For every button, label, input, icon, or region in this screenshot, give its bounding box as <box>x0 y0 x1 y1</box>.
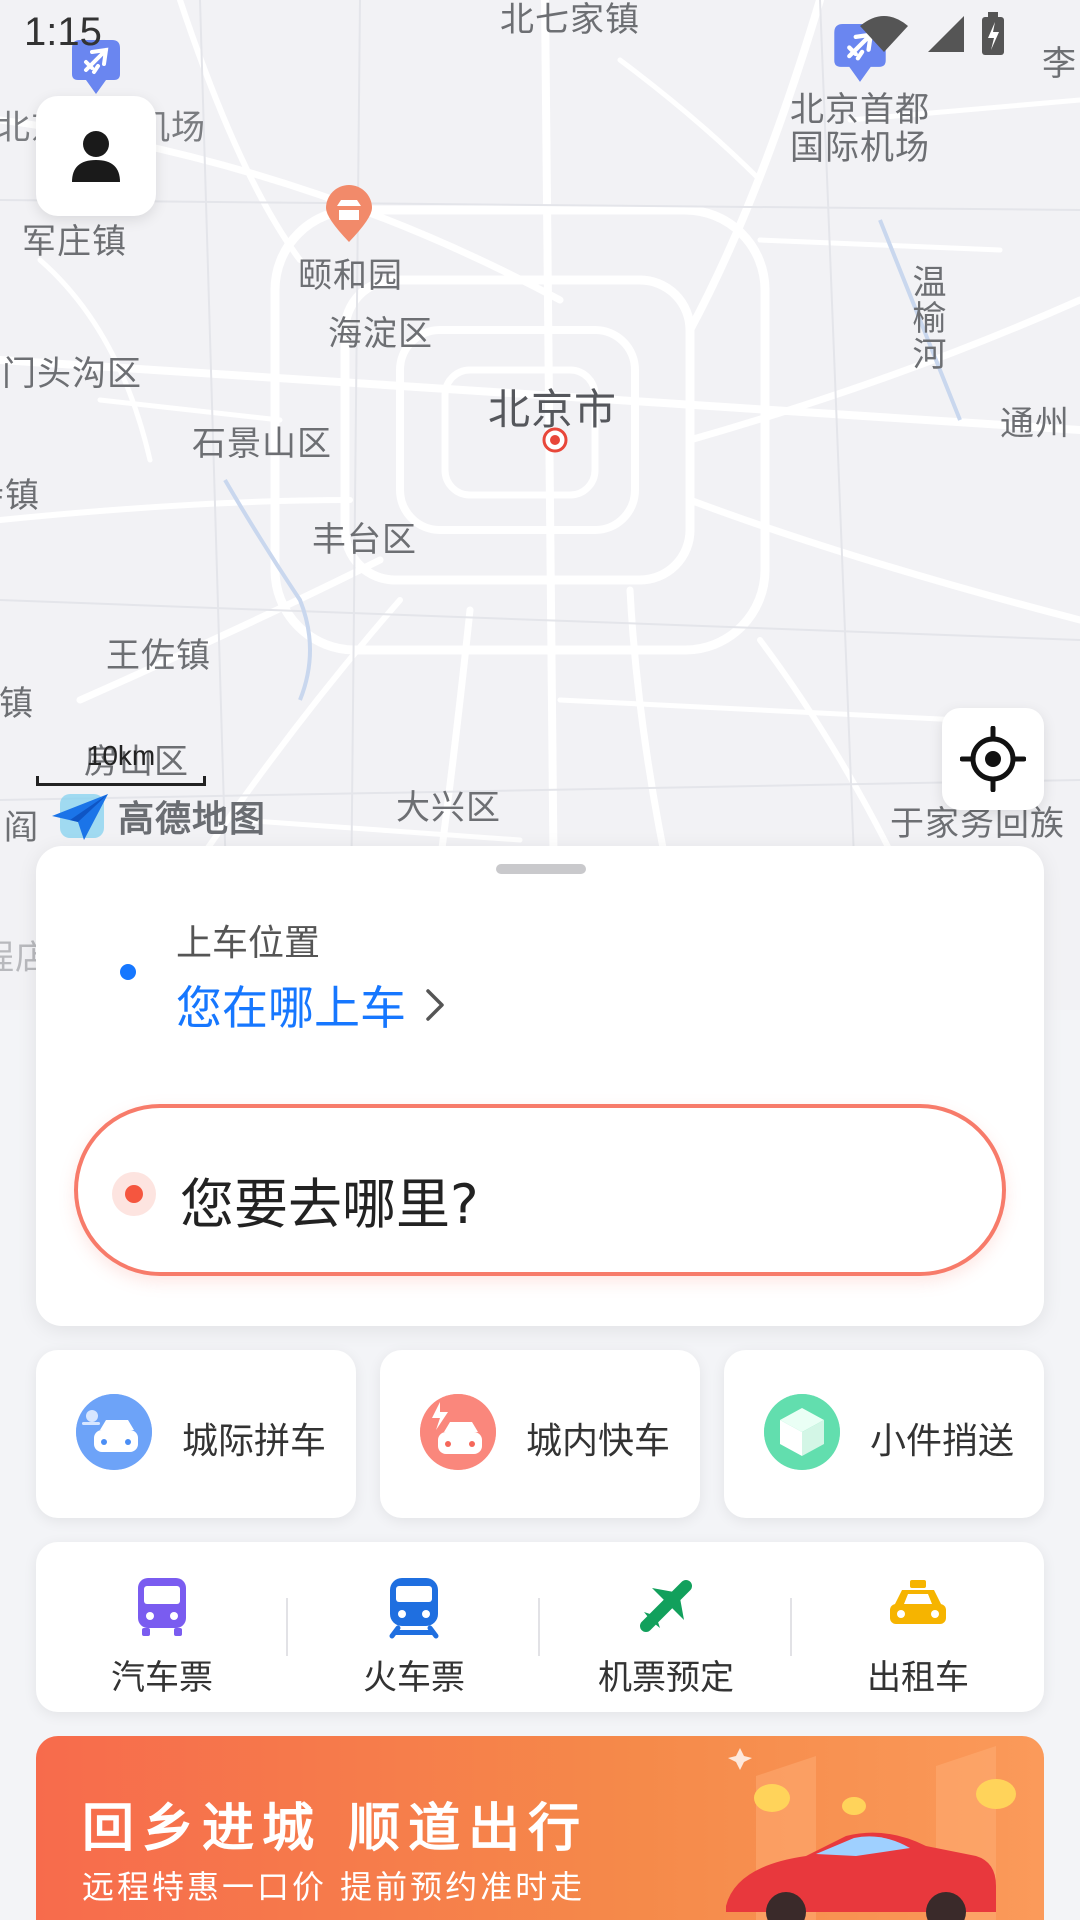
scale-bar <box>36 776 206 786</box>
destination-dot <box>112 1172 156 1216</box>
map-scale: 10km <box>36 740 206 786</box>
map-label: 军庄镇 <box>22 222 127 262</box>
city-center-marker-icon <box>542 427 568 453</box>
map-provider-name: 高德地图 <box>118 799 267 840</box>
amap-logo-icon <box>52 794 108 840</box>
banner-title: 回乡进城 顺道出行 <box>82 1799 589 1859</box>
status-time: 1:15 <box>24 10 102 54</box>
promo-car-illustration <box>726 1746 1016 1920</box>
carpool-icon <box>76 1394 152 1470</box>
pickup-dot <box>120 964 136 980</box>
parcel-icon <box>764 1394 840 1470</box>
ticket-label: 机票预定 <box>598 1658 734 1698</box>
ticket-flight[interactable]: 机票预定 <box>540 1542 792 1712</box>
map-label: 丰台区 <box>312 520 417 560</box>
map-label: 石景山区 <box>192 424 332 464</box>
battery-icon <box>982 12 1004 55</box>
map-label: 大兴区 <box>396 788 501 828</box>
map-label: 寺镇 <box>0 476 40 516</box>
map-label: 通州 <box>1000 404 1070 444</box>
scenic-pin-icon[interactable] <box>322 184 376 244</box>
ticket-bus[interactable]: 汽车票 <box>36 1542 288 1712</box>
pickup-label: 上车位置 <box>176 923 321 964</box>
crosshair-icon <box>960 726 1026 792</box>
service-label: 小件捎送 <box>870 1421 1015 1462</box>
ticket-label: 火车票 <box>363 1658 465 1698</box>
wifi-icon <box>860 16 908 52</box>
destination-placeholder: 您要去哪里? <box>180 1173 479 1236</box>
map-label: 李 <box>1042 44 1077 84</box>
promo-banner[interactable]: 回乡进城 顺道出行 远程特惠一口价 提前预约准时走 <box>36 1736 1044 1920</box>
user-icon <box>72 131 120 182</box>
bus-icon <box>138 1578 186 1636</box>
plane-icon <box>640 1580 692 1632</box>
service-card-city-express[interactable]: 城内快车 <box>380 1350 700 1518</box>
destination-input[interactable]: 您要去哪里? <box>74 1104 1006 1276</box>
map-label: 王佐镇 <box>106 636 211 676</box>
express-car-icon <box>420 1394 496 1470</box>
chevron-right-icon <box>426 989 444 1021</box>
service-card-intercity-carpool[interactable]: 城际拼车 <box>36 1350 356 1518</box>
service-label: 城际拼车 <box>182 1421 327 1462</box>
map-label: 温榆河 <box>906 264 946 372</box>
banner-subtitle: 远程特惠一口价 提前预约准时走 <box>82 1868 586 1906</box>
panel-drag-handle[interactable] <box>496 864 586 874</box>
pickup-action-text: 您在哪上车 <box>176 981 406 1035</box>
ticket-label: 汽车票 <box>111 1658 213 1698</box>
signal-icon <box>928 16 964 52</box>
ticket-label: 出租车 <box>867 1658 969 1698</box>
map-label: 湖镇 <box>0 684 34 724</box>
map-label: 国际机场 <box>790 128 930 168</box>
status-icons <box>858 12 1006 56</box>
ticket-taxi[interactable]: 出租车 <box>792 1542 1044 1712</box>
scale-text: 10km <box>86 740 156 771</box>
map-label: 北七家镇 <box>500 0 640 40</box>
trip-panel: 上车位置 您在哪上车 您要去哪里? <box>36 846 1044 1326</box>
map-label: 海淀区 <box>328 314 433 354</box>
profile-button[interactable] <box>36 96 156 216</box>
service-label: 城内快车 <box>526 1421 671 1462</box>
map-label: 阎 <box>4 808 39 848</box>
pickup-location-selector[interactable]: 您在哪上车 <box>176 972 446 1038</box>
service-card-parcel[interactable]: 小件捎送 <box>724 1350 1044 1518</box>
train-icon <box>389 1578 439 1639</box>
ticket-shortcuts: 汽车票 火车票 机票预定 出租车 <box>36 1542 1044 1712</box>
locate-me-button[interactable] <box>942 708 1044 810</box>
map-provider-logo: 高德地图 <box>50 790 266 842</box>
taxi-icon <box>890 1580 946 1624</box>
map-label: 颐和园 <box>298 256 403 296</box>
ticket-train[interactable]: 火车票 <box>288 1542 540 1712</box>
map-label: 门头沟区 <box>2 354 142 394</box>
